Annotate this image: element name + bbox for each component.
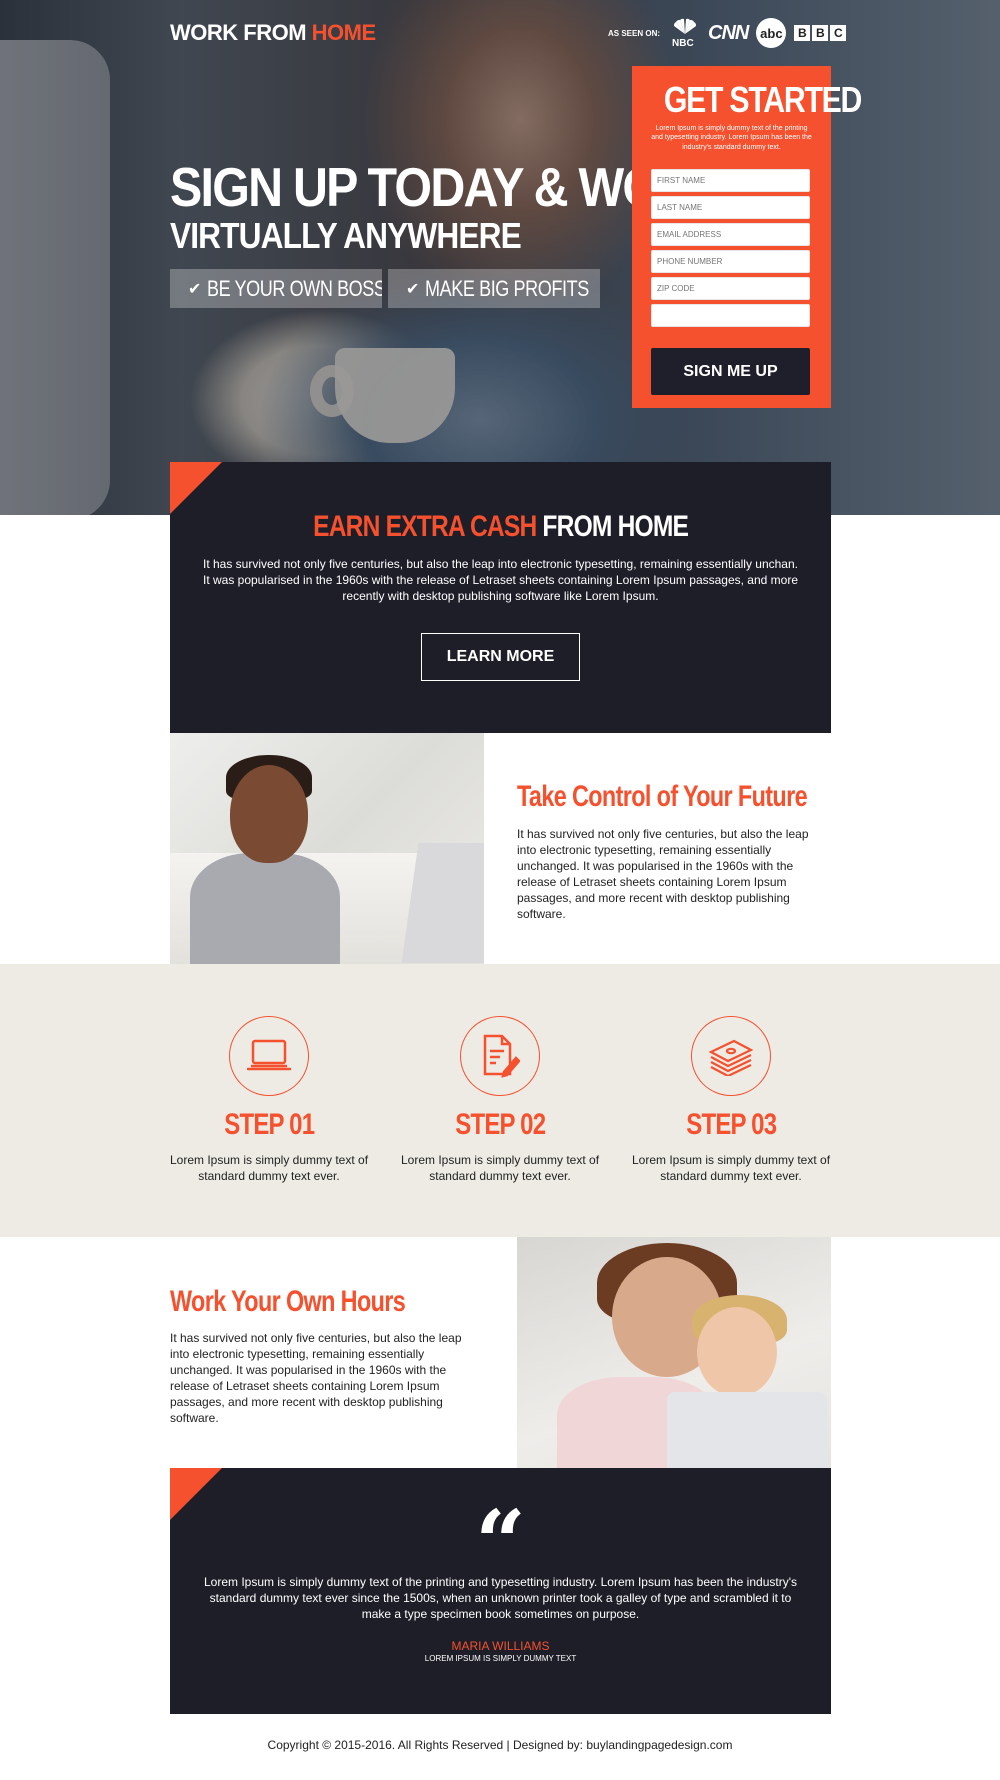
testimonial-section: “ Lorem Ipsum is simply dummy text of th… (170, 1468, 831, 1714)
step-title-text: STEP 03 (685, 1108, 777, 1141)
hero-subheadline: VIRTUALLY ANYWHERE (170, 215, 522, 256)
bbc-letter: C (830, 25, 847, 41)
testimonial-name: MARIA WILLIAMS (451, 1639, 550, 1653)
signup-form: GET STARTED Lorem Ipsum is simply dummy … (632, 66, 863, 408)
earn-title-rest: FROM HOME (542, 510, 688, 543)
email-field[interactable] (651, 223, 810, 247)
take-control-title: Take Control of Your Future (517, 780, 808, 813)
mother-daughter-photo (517, 1237, 831, 1468)
benefit-label: MAKE BIG PROFITS (425, 275, 590, 301)
photo-girl-face (697, 1307, 777, 1397)
checkmark-icon: ✔ (188, 280, 202, 298)
corner-accent (170, 462, 222, 514)
testimonial-role: LOREM IPSUM IS SIMPLY DUMMY TEXT (424, 1654, 577, 1663)
benefit-pill-boss: ✔ BE YOUR OWN BOSS (170, 269, 382, 308)
photo-head (230, 765, 308, 863)
step-card-2: STEP 02 Lorem Ipsum is simply dummy text… (400, 1016, 600, 1184)
step-text: Lorem Ipsum is simply dummy text of stan… (169, 1153, 369, 1183)
bbc-logo-icon: B B C (794, 25, 847, 41)
document-edit-icon (460, 1016, 540, 1096)
step-text: Lorem Ipsum is simply dummy text of stan… (400, 1153, 600, 1183)
form-subtitle: Lorem Ipsum is simply dummy text of the … (651, 125, 812, 151)
form-title: GET STARTED (663, 79, 863, 120)
work-hours-title: Work Your Own Hours (170, 1285, 406, 1318)
cnn-logo-icon: CNN (708, 21, 749, 44)
quote-icon: “ (475, 1490, 526, 1594)
earn-title: EARN EXTRA CASH FROM HOME (170, 510, 831, 544)
step-title: STEP 01 (169, 1108, 369, 1142)
earn-cash-section: EARN EXTRA CASH FROM HOME It has survive… (170, 462, 831, 733)
as-seen-on-bar: AS SEEN ON: NBC CNN abc B B C (608, 18, 847, 49)
bbc-letter: B (812, 25, 829, 41)
earn-text: It has survived not only five centuries,… (202, 557, 798, 603)
phone-field[interactable] (651, 250, 810, 274)
laptop-icon (229, 1016, 309, 1096)
nbc-label: NBC (672, 38, 694, 49)
checkmark-icon: ✔ (406, 280, 420, 298)
money-stack-icon (691, 1016, 771, 1096)
step-title-text: STEP 01 (223, 1108, 315, 1141)
first-name-field[interactable] (651, 169, 810, 193)
benefit-pill-profits: ✔ MAKE BIG PROFITS (388, 269, 600, 308)
zip-code-field[interactable] (651, 277, 810, 301)
benefit-label: BE YOUR OWN BOSS (207, 275, 382, 301)
step-card-1: STEP 01 Lorem Ipsum is simply dummy text… (169, 1016, 369, 1184)
learn-more-button[interactable]: LEARN MORE (421, 633, 580, 681)
site-logo[interactable]: WORK FROM HOME (170, 20, 376, 46)
hero-overlay (0, 0, 1000, 515)
logo-main: WORK FROM (170, 20, 307, 45)
logo-accent: HOME (311, 20, 377, 45)
steps-section: STEP 01 Lorem Ipsum is simply dummy text… (0, 964, 1000, 1237)
photo-body (190, 853, 340, 964)
take-control-text: It has survived not only five centuries,… (517, 827, 809, 921)
step-title-text: STEP 02 (454, 1108, 546, 1141)
sign-me-up-button[interactable]: SIGN ME UP (651, 348, 810, 396)
nbc-logo-icon: NBC (670, 18, 700, 49)
footer-copyright: Copyright © 2015-2016. All Rights Reserv… (267, 1738, 733, 1752)
woman-laptop-photo (170, 733, 484, 964)
hero-section: WORK FROM HOME AS SEEN ON: NBC CNN abc B… (0, 0, 1000, 515)
bbc-letter: B (794, 25, 811, 41)
work-hours-text: It has survived not only five centuries,… (170, 1331, 462, 1425)
earn-title-accent: EARN EXTRA CASH (313, 510, 537, 543)
step-card-3: STEP 03 Lorem Ipsum is simply dummy text… (631, 1016, 831, 1184)
step-title: STEP 03 (631, 1108, 831, 1142)
extra-field[interactable] (651, 304, 810, 328)
step-title: STEP 02 (400, 1108, 600, 1142)
as-seen-on-label: AS SEEN ON: (608, 28, 661, 38)
testimonial-text: Lorem Ipsum is simply dummy text of the … (203, 1575, 797, 1621)
last-name-field[interactable] (651, 196, 810, 220)
step-text: Lorem Ipsum is simply dummy text of stan… (631, 1153, 831, 1183)
abc-logo-icon: abc (756, 18, 787, 48)
photo-laptop (667, 1392, 827, 1468)
